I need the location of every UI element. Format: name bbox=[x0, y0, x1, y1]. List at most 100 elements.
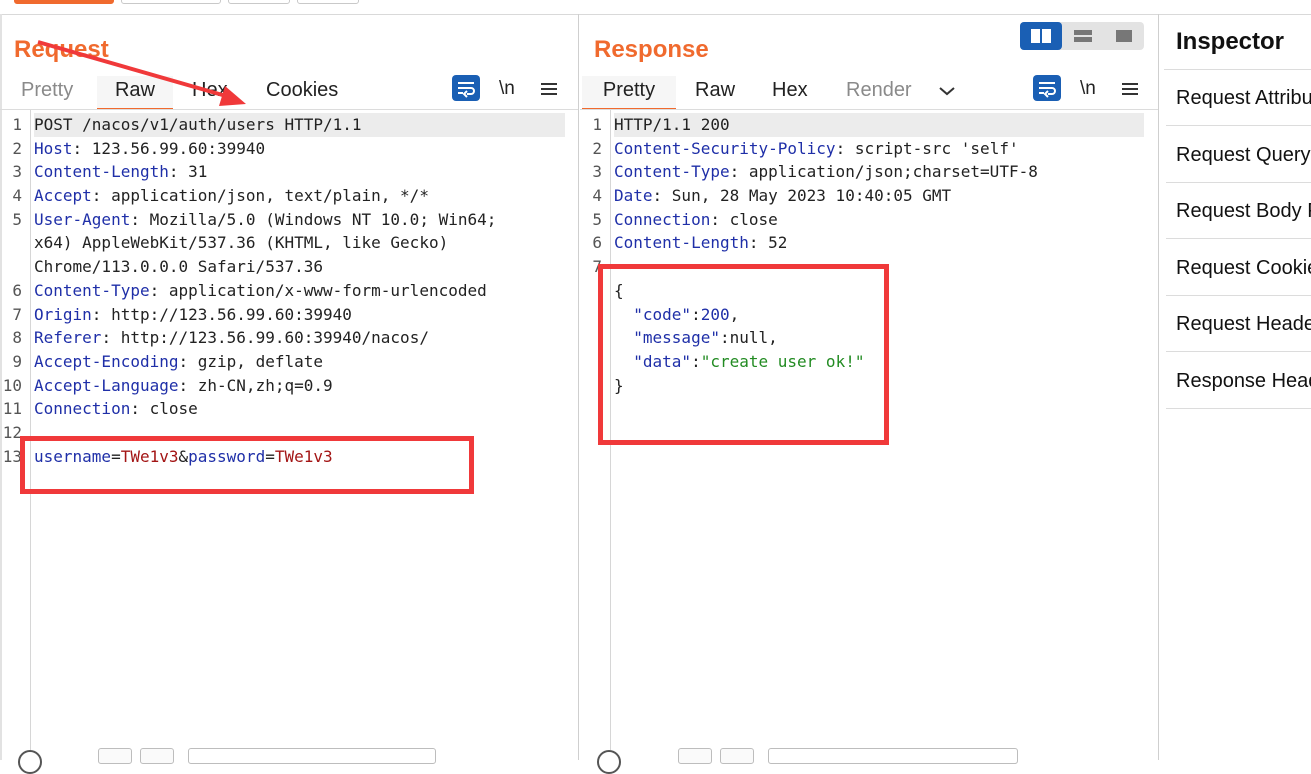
bottom-button[interactable] bbox=[678, 748, 712, 764]
response-tab-raw[interactable]: Raw bbox=[695, 76, 735, 108]
code-token: : http://123.56.99.60:39940/nacos/ bbox=[101, 328, 429, 348]
line-number: 3 bbox=[12, 162, 22, 182]
inspector-item[interactable]: Request Query Parameters bbox=[1166, 127, 1311, 183]
code-token: : 52 bbox=[748, 233, 788, 253]
code-token: HTTP/1.1 200 bbox=[614, 115, 730, 134]
code-line[interactable]: 7 Origin: http://123.56.99.60:39940 bbox=[0, 303, 565, 327]
line-number bbox=[0, 231, 22, 255]
bottom-button[interactable] bbox=[140, 748, 174, 764]
code-token: : close bbox=[130, 399, 198, 419]
code-line[interactable]: 10 Accept-Language: zh-CN,zh;q=0.9 bbox=[0, 374, 565, 398]
search-input[interactable] bbox=[188, 748, 436, 764]
code-token: : Sun, 28 May 2023 10:40:05 GMT bbox=[652, 186, 952, 206]
line-number: 5 bbox=[592, 209, 602, 229]
help-icon[interactable] bbox=[18, 750, 42, 774]
inspector-item[interactable]: Request Cookies bbox=[1166, 240, 1311, 296]
line-number: 6 bbox=[592, 233, 602, 253]
code-token: Accept-Encoding bbox=[34, 351, 179, 371]
wrap-lines-icon[interactable] bbox=[452, 75, 480, 101]
code-token: Accept bbox=[34, 186, 92, 206]
code-token: Host bbox=[34, 138, 73, 158]
code-token: Referer bbox=[34, 328, 102, 348]
code-token: x64) AppleWebKit/537.36 (KHTML, like Gec… bbox=[34, 233, 449, 253]
wrap-lines-icon[interactable] bbox=[1033, 75, 1061, 101]
tabs-layout-icon[interactable] bbox=[1104, 22, 1144, 50]
code-line[interactable]: x64) AppleWebKit/537.36 (KHTML, like Gec… bbox=[0, 231, 565, 255]
code-token: Date bbox=[614, 186, 653, 206]
code-line[interactable]: 4 Accept: application/json, text/plain, *… bbox=[0, 184, 565, 208]
inspector-divider[interactable] bbox=[1158, 14, 1159, 760]
code-line[interactable]: 8 Referer: http://123.56.99.60:39940/naco… bbox=[0, 326, 565, 350]
line-number: 2 bbox=[592, 138, 602, 158]
line-number: 6 bbox=[12, 280, 22, 300]
code-line[interactable]: 5 User-Agent: Mozilla/5.0 (Windows NT 10.… bbox=[0, 208, 565, 232]
code-token: : 31 bbox=[168, 162, 208, 182]
menu-icon[interactable] bbox=[1122, 80, 1138, 98]
toolbar-button[interactable] bbox=[121, 0, 221, 4]
code-token: Connection bbox=[614, 209, 711, 229]
chevron-down-icon[interactable] bbox=[938, 84, 956, 102]
code-line[interactable]: 6 Content-Type: application/x-www-form-ur… bbox=[0, 279, 565, 303]
code-line[interactable]: 9 Accept-Encoding: gzip, deflate bbox=[0, 350, 565, 374]
code-token: Content-Length bbox=[34, 162, 169, 182]
request-tab-cookies[interactable]: Cookies bbox=[266, 76, 338, 108]
send-button[interactable] bbox=[14, 0, 114, 4]
top-bottom-layout-icon[interactable] bbox=[1064, 22, 1102, 50]
code-token: : application/x-www-form-urlencoded bbox=[149, 280, 487, 300]
code-token: : gzip, deflate bbox=[178, 351, 324, 371]
response-title: Response bbox=[594, 36, 709, 63]
code-line[interactable]: 3 Content-Type: application/json;charset=… bbox=[580, 160, 1144, 184]
code-token: User-Agent bbox=[34, 209, 131, 229]
line-number: 8 bbox=[12, 328, 22, 348]
bottom-button[interactable] bbox=[720, 748, 754, 764]
line-number: 5 bbox=[12, 209, 22, 229]
line-number: 1 bbox=[592, 115, 602, 134]
toolbar-button[interactable] bbox=[228, 0, 290, 4]
bottom-button[interactable] bbox=[98, 748, 132, 764]
inspector-item[interactable]: Response Headers bbox=[1166, 353, 1311, 409]
inspector-item[interactable]: Request Attributes bbox=[1166, 70, 1311, 126]
show-newlines-icon[interactable]: \n bbox=[499, 78, 515, 100]
code-token: Origin bbox=[34, 304, 92, 324]
line-number: 2 bbox=[12, 138, 22, 158]
response-tab-hex[interactable]: Hex bbox=[772, 76, 808, 108]
code-token: Connection bbox=[34, 399, 131, 419]
line-number: 4 bbox=[12, 186, 22, 206]
line-number: 12 bbox=[2, 422, 22, 442]
search-input[interactable] bbox=[768, 748, 1018, 764]
side-by-side-layout-icon[interactable] bbox=[1020, 22, 1062, 50]
code-token: Chrome/113.0.0.0 Safari/537.36 bbox=[34, 257, 323, 277]
code-line[interactable]: 2 Content-Security-Policy: script-src 'se… bbox=[580, 137, 1144, 161]
help-icon[interactable] bbox=[597, 750, 621, 774]
inspector-item[interactable]: Request Headers bbox=[1166, 296, 1311, 352]
line-number: 3 bbox=[592, 162, 602, 182]
code-token: : application/json;charset=UTF-8 bbox=[729, 162, 1038, 182]
show-newlines-icon[interactable]: \n bbox=[1080, 78, 1096, 100]
inspector-item[interactable]: Request Body Parameters bbox=[1166, 183, 1311, 239]
code-line[interactable]: 1 HTTP/1.1 200 bbox=[580, 113, 1144, 137]
line-number: 11 bbox=[2, 399, 22, 419]
code-line[interactable]: 3 Content-Length: 31 bbox=[0, 160, 565, 184]
code-token: : close bbox=[710, 209, 778, 229]
code-line[interactable]: 11 Connection: close bbox=[0, 397, 565, 421]
code-token: Content-Length bbox=[614, 233, 749, 253]
request-editor[interactable]: 1 POST /nacos/v1/auth/users HTTP/1.1 2 Host… bbox=[0, 113, 565, 468]
response-tab-pretty[interactable]: Pretty bbox=[582, 76, 676, 110]
code-token: : http://123.56.99.60:39940 bbox=[91, 304, 352, 324]
line-number: 9 bbox=[12, 351, 22, 371]
line-number: 4 bbox=[592, 186, 602, 206]
annotation-box bbox=[20, 436, 474, 494]
code-token: Content-Security-Policy bbox=[614, 138, 836, 158]
panel-divider[interactable] bbox=[578, 14, 579, 760]
code-line[interactable]: 5 Connection: close bbox=[580, 208, 1144, 232]
code-line[interactable]: 4 Date: Sun, 28 May 2023 10:40:05 GMT bbox=[580, 184, 1144, 208]
code-line[interactable]: 2 Host: 123.56.99.60:39940 bbox=[0, 137, 565, 161]
annotation-arrow bbox=[37, 40, 246, 106]
toolbar-button[interactable] bbox=[297, 0, 359, 4]
menu-icon[interactable] bbox=[541, 80, 557, 98]
line-number: 13 bbox=[2, 446, 22, 466]
code-line[interactable]: Chrome/113.0.0.0 Safari/537.36 bbox=[0, 255, 565, 279]
response-tab-render[interactable]: Render bbox=[846, 76, 912, 108]
code-line[interactable]: 6 Content-Length: 52 bbox=[580, 231, 1144, 255]
code-token: : script-src 'self' bbox=[835, 138, 1019, 158]
